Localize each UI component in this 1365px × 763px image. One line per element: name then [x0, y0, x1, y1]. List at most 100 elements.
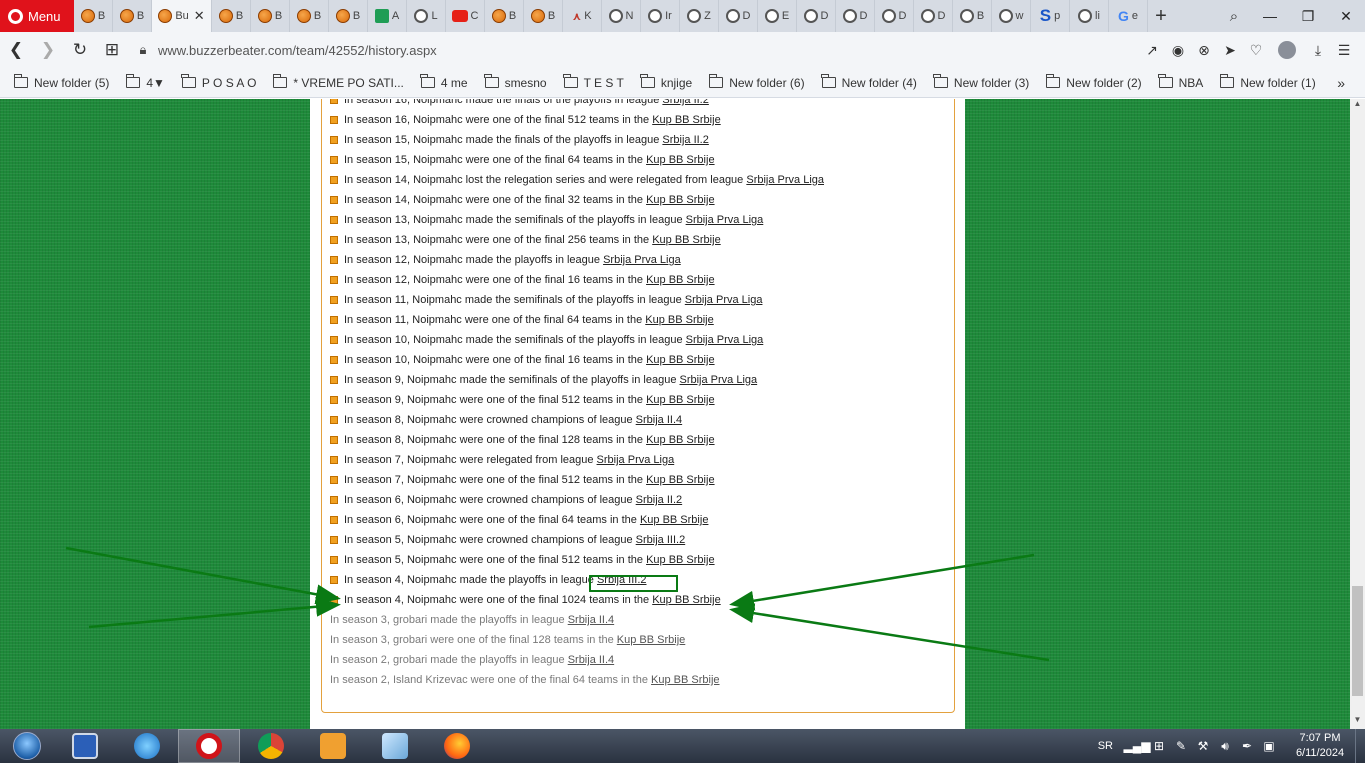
league-link[interactable]: Kup BB Srbije	[646, 434, 714, 446]
browser-tab[interactable]: D	[719, 0, 758, 32]
league-link[interactable]: Srbija Prva Liga	[597, 454, 675, 466]
sticky-icon[interactable]: ✎	[1173, 738, 1189, 754]
league-link[interactable]: Srbija II.2	[662, 99, 708, 106]
league-link[interactable]: Srbija III.2	[636, 534, 686, 546]
bookmark-folder[interactable]: 4▼	[125, 74, 165, 90]
bookmark-folder[interactable]: smesno	[484, 74, 547, 90]
bookmark-folder[interactable]: 4 me	[420, 74, 468, 90]
reload-button[interactable]: ↻	[64, 32, 96, 68]
taskbar-app-button[interactable]	[240, 729, 302, 763]
back-button[interactable]: ❮	[0, 32, 32, 68]
league-link[interactable]: Kup BB Srbije	[646, 354, 714, 366]
browser-tab[interactable]: E	[758, 0, 797, 32]
heart-icon[interactable]: ♡	[1243, 32, 1269, 68]
browser-tab[interactable]: ⋏ K	[563, 0, 602, 32]
scroll-down-icon[interactable]: ▼	[1350, 715, 1365, 729]
browser-tab[interactable]: N	[602, 0, 641, 32]
league-link[interactable]: Kup BB Srbije	[652, 594, 720, 606]
league-link[interactable]: Kup BB Srbije	[646, 394, 714, 406]
browser-tab[interactable]: D	[797, 0, 836, 32]
browser-tab[interactable]: A	[368, 0, 407, 32]
forward-button[interactable]: ❯	[32, 32, 64, 68]
browser-tab[interactable]: B	[953, 0, 992, 32]
browser-tab[interactable]: B	[524, 0, 563, 32]
browser-tab[interactable]: B	[212, 0, 251, 32]
league-link[interactable]: Srbija III.2	[597, 574, 647, 586]
browser-tab[interactable]: w	[992, 0, 1031, 32]
browser-tab[interactable]: li	[1070, 0, 1109, 32]
taskbar-app-button[interactable]	[116, 729, 178, 763]
url-field[interactable]: www.buzzerbeater.com/team/42552/history.…	[158, 43, 878, 58]
league-link[interactable]: Kup BB Srbije	[652, 114, 720, 126]
display-icon[interactable]: ▣	[1261, 738, 1277, 754]
new-tab-button[interactable]: +	[1148, 0, 1174, 32]
language-indicator[interactable]: SR	[1098, 740, 1113, 752]
league-link[interactable]: Kup BB Srbije	[646, 554, 714, 566]
taskbar-app-button[interactable]	[364, 729, 426, 763]
bookmark-folder[interactable]: T E S T	[563, 74, 624, 90]
league-link[interactable]: Kup BB Srbije	[652, 234, 720, 246]
browser-tab[interactable]: B	[74, 0, 113, 32]
scroll-up-icon[interactable]: ▲	[1350, 99, 1365, 113]
download-icon[interactable]: ⤓	[1305, 32, 1331, 68]
send-icon[interactable]: ➤	[1217, 32, 1243, 68]
browser-tab[interactable]: B	[251, 0, 290, 32]
league-link[interactable]: Srbija Prva Liga	[680, 374, 758, 386]
bookmark-folder[interactable]: New folder (3)	[933, 74, 1029, 90]
bookmark-folder[interactable]: New folder (6)	[708, 74, 805, 90]
show-desktop-button[interactable]	[1355, 729, 1365, 763]
easy-setup-icon[interactable]: ☰	[1331, 32, 1357, 68]
league-link[interactable]: Kup BB Srbije	[640, 514, 708, 526]
bookmark-folder[interactable]: New folder (1)	[1219, 74, 1316, 90]
browser-tab[interactable]: B	[329, 0, 368, 32]
browser-tab[interactable]: Ir	[641, 0, 680, 32]
clock[interactable]: 7:07 PM 6/11/2024	[1285, 731, 1355, 761]
close-window-button[interactable]: ✕	[1327, 0, 1365, 32]
taskbar-app-button[interactable]	[178, 729, 240, 763]
lock-icon[interactable]: 🔒︎	[128, 42, 158, 58]
league-link[interactable]: Kup BB Srbije	[646, 274, 714, 286]
browser-tab[interactable]: B	[485, 0, 524, 32]
bookmark-folder[interactable]: * VREME PO SATI...	[272, 74, 404, 90]
network-signal-icon[interactable]: ▂▄▆	[1124, 738, 1151, 754]
league-link[interactable]: Kup BB Srbije	[651, 674, 719, 686]
browser-tab[interactable]: B	[290, 0, 329, 32]
bookmark-folder[interactable]: New folder (4)	[821, 74, 917, 90]
browser-tab[interactable]: Ge	[1109, 0, 1148, 32]
start-button[interactable]	[0, 729, 54, 763]
browser-tab[interactable]: Sp	[1031, 0, 1070, 32]
league-link[interactable]: Srbija II.2	[636, 494, 682, 506]
league-link[interactable]: Srbija II.4	[568, 614, 614, 626]
share-icon[interactable]: ↗	[1139, 32, 1165, 68]
pen-icon[interactable]: ✒	[1239, 738, 1255, 754]
league-link[interactable]: Srbija Prva Liga	[685, 294, 763, 306]
bookmark-folder[interactable]: New folder (2)	[1045, 74, 1142, 90]
ad-block-icon[interactable]: ⊗	[1191, 32, 1217, 68]
league-link[interactable]: Kup BB Srbije	[646, 474, 714, 486]
tools-icon[interactable]: ⚒	[1195, 738, 1211, 754]
league-link[interactable]: Srbija Prva Liga	[746, 174, 824, 186]
browser-tab[interactable]: D	[836, 0, 875, 32]
scroll-thumb[interactable]	[1352, 586, 1363, 696]
app-grid-icon[interactable]: ⊞	[1151, 738, 1167, 754]
league-link[interactable]: Kup BB Srbije	[617, 634, 685, 646]
bookmarks-overflow-icon[interactable]: »	[1337, 75, 1345, 91]
volume-icon[interactable]: 🔊︎	[1217, 738, 1233, 754]
minimize-button[interactable]: —	[1251, 0, 1289, 32]
camera-icon[interactable]: ◉	[1165, 32, 1191, 68]
bookmark-folder[interactable]: NBA	[1158, 74, 1203, 90]
league-link[interactable]: Srbija II.2	[662, 134, 708, 146]
page-scrollbar[interactable]: ▲ ▼	[1350, 99, 1365, 729]
browser-tab[interactable]: Bu ✕	[152, 0, 212, 32]
league-link[interactable]: Srbija II.4	[636, 414, 682, 426]
league-link[interactable]: Kup BB Srbije	[646, 154, 714, 166]
browser-tab[interactable]: L	[407, 0, 446, 32]
browser-tab[interactable]: B	[113, 0, 152, 32]
speed-dial-icon[interactable]: ⊞	[96, 32, 128, 68]
browser-tab[interactable]: D	[875, 0, 914, 32]
browser-tab[interactable]: Z	[680, 0, 719, 32]
bookmark-folder[interactable]: knjige	[640, 74, 692, 90]
league-link[interactable]: Srbija II.4	[568, 654, 614, 666]
close-tab-icon[interactable]: ✕	[194, 8, 205, 24]
opera-menu-button[interactable]: Menu	[0, 0, 74, 32]
